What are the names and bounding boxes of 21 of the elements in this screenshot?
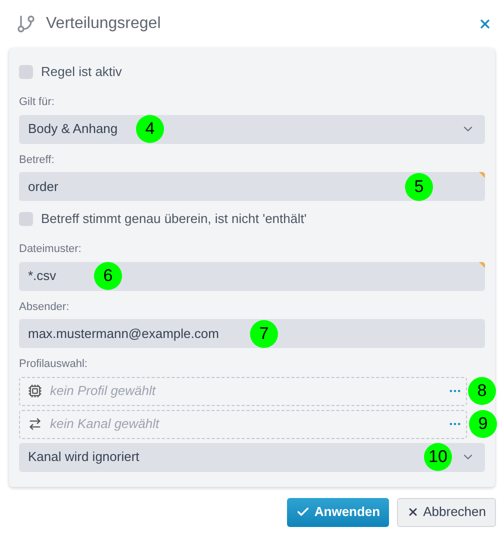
checkbox[interactable] — [19, 65, 33, 79]
flag-corner-icon — [479, 172, 485, 178]
callout-marker: 8 — [468, 377, 496, 405]
cancel-button[interactable]: Abbrechen — [397, 498, 496, 526]
field-label: Absender: — [19, 300, 70, 314]
close-icon[interactable] — [478, 17, 492, 31]
field-label: Profilauswahl: — [19, 357, 88, 372]
chip-icon — [28, 384, 42, 398]
window-title: Verteilungsregel — [46, 14, 162, 34]
checkbox[interactable] — [19, 212, 33, 226]
close-icon — [407, 506, 420, 518]
swap-arrows-icon — [28, 417, 42, 431]
field-label: Betreff: — [19, 152, 56, 168]
field-label: Gilt für: — [19, 95, 56, 110]
flag-corner-icon — [479, 262, 485, 268]
checkbox-label: Regel ist aktiv — [41, 63, 122, 82]
checkbox-label: Betreff stimmt genau überein, ist nicht 'enthält' — [41, 210, 307, 228]
check-icon — [296, 505, 310, 519]
branch-icon — [16, 14, 36, 34]
field-label: Dateimuster: — [19, 242, 82, 257]
callout-marker: 9 — [469, 410, 497, 438]
